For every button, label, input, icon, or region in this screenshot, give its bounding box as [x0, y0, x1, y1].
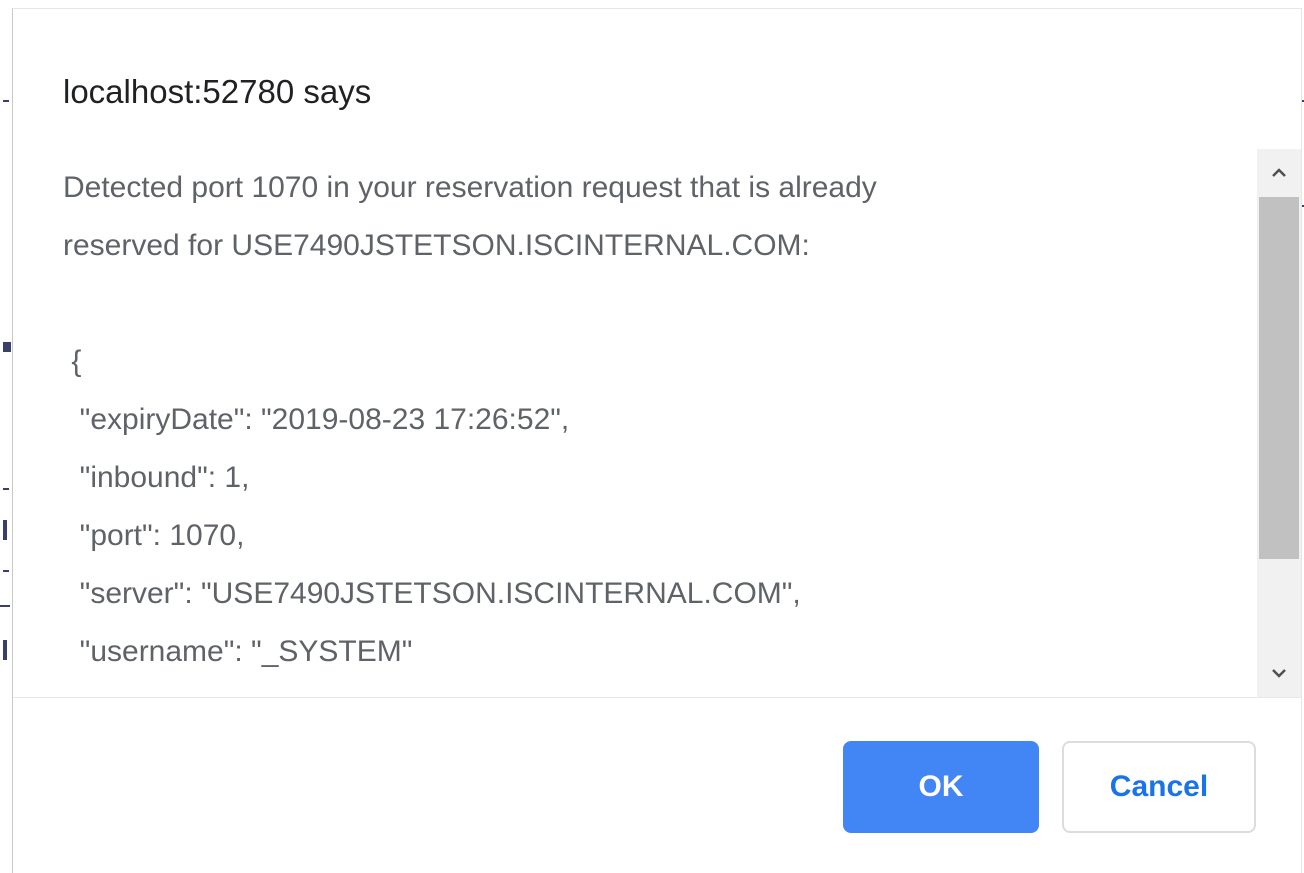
background-mark — [0, 605, 10, 607]
dialog-divider — [13, 697, 1302, 698]
background-mark — [3, 570, 9, 572]
background-mark — [3, 520, 7, 540]
message-scroll-area[interactable]: Detected port 1070 in your reservation r… — [13, 149, 1302, 697]
chevron-up-icon[interactable] — [1257, 149, 1301, 197]
chevron-down-icon[interactable] — [1257, 649, 1301, 697]
background-mark — [3, 342, 11, 352]
background-mark — [3, 640, 7, 660]
ok-button[interactable]: OK — [843, 741, 1039, 833]
background-mark — [3, 100, 9, 102]
vertical-scrollbar[interactable] — [1257, 149, 1301, 697]
alert-dialog: localhost:52780 says Detected port 1070 … — [12, 8, 1302, 873]
dialog-title: localhost:52780 says — [63, 73, 372, 110]
background-mark — [3, 488, 9, 490]
dialog-message: Detected port 1070 in your reservation r… — [63, 171, 877, 697]
cancel-button[interactable]: Cancel — [1062, 741, 1256, 833]
scrollbar-thumb[interactable] — [1259, 197, 1299, 559]
